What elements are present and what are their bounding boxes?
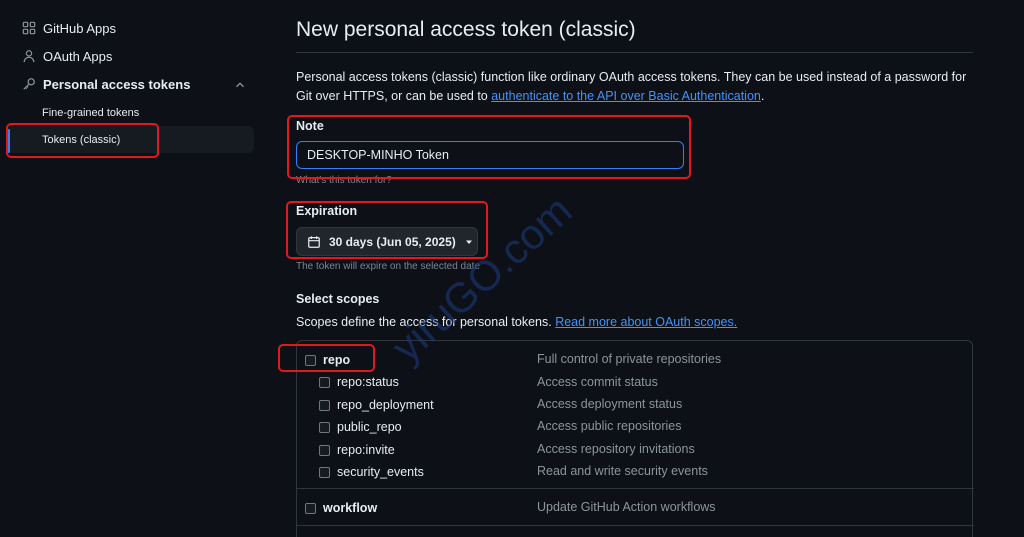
sidebar-item-personal-access-tokens[interactable]: Personal access tokens — [0, 70, 190, 98]
calendar-icon — [308, 235, 320, 248]
scope-row-workflow[interactable]: workflow — [305, 498, 377, 518]
sidebar-item-label: Tokens (classic) — [42, 133, 121, 146]
checkbox[interactable] — [305, 354, 316, 366]
main-content: New personal access token (classic) Pers… — [296, 0, 974, 537]
scope-row-repo-invite[interactable]: repo:invite — [319, 440, 395, 460]
scope-desc: Full control of private repositories — [537, 352, 722, 366]
scope-name: repo_deployment — [337, 398, 434, 412]
scope-desc: Access public repositories — [537, 419, 682, 433]
sidebar-item-label: GitHub Apps — [43, 20, 116, 36]
expiration-hint: The token will expire on the selected da… — [296, 261, 480, 272]
active-indicator — [7, 129, 10, 153]
scope-name: workflow — [323, 501, 378, 515]
caret-down-icon — [465, 240, 472, 244]
sidebar-item-tokens-classic[interactable]: Tokens (classic) — [6, 126, 254, 153]
expiration-label: Expiration — [296, 204, 358, 218]
scope-divider — [297, 525, 974, 526]
key-icon — [22, 77, 36, 91]
scopes-title: Select scopes — [296, 292, 380, 306]
checkbox[interactable] — [319, 444, 330, 456]
scope-desc: Access repository invitations — [537, 442, 695, 456]
basic-auth-link[interactable]: authenticate to the API over Basic Authe… — [491, 89, 761, 103]
note-label: Note — [296, 119, 324, 133]
scope-row-public-repo[interactable]: public_repo — [319, 417, 402, 437]
scope-desc: Access commit status — [537, 375, 658, 389]
person-icon — [22, 49, 36, 63]
scope-row-repo-status[interactable]: repo:status — [319, 372, 399, 392]
scope-name: public_repo — [337, 420, 402, 434]
intro-text: Personal access tokens (classic) functio… — [296, 68, 973, 106]
scopes-list: repo Full control of private repositorie… — [296, 340, 974, 537]
scope-name: security_events — [337, 465, 424, 479]
settings-sidebar: GitHub Apps OAuth Apps Personal access t… — [0, 0, 262, 537]
checkbox[interactable] — [305, 502, 316, 514]
scope-row-repo[interactable]: repo — [305, 350, 350, 370]
expiration-dropdown[interactable]: 30 days (Jun 05, 2025) — [296, 227, 478, 256]
checkbox[interactable] — [319, 421, 330, 433]
note-hint: What's this token for? — [296, 175, 392, 186]
scope-desc: Update GitHub Action workflows — [537, 500, 716, 514]
title-divider — [296, 52, 973, 53]
checkbox[interactable] — [319, 466, 330, 478]
sidebar-item-github-apps[interactable]: GitHub Apps — [0, 14, 116, 42]
scopes-description-text: Scopes define the access for personal to… — [296, 315, 556, 329]
apps-grid-icon — [22, 21, 36, 35]
scope-row-repo-deployment[interactable]: repo_deployment — [319, 395, 434, 415]
scope-name: repo:status — [337, 375, 399, 389]
chevron-up-icon[interactable] — [233, 78, 247, 92]
sidebar-item-fine-grained-tokens[interactable]: Fine-grained tokens — [6, 99, 254, 126]
scope-divider — [297, 488, 974, 489]
intro-end: . — [760, 89, 765, 103]
oauth-scopes-link[interactable]: Read more about OAuth scopes. — [555, 315, 737, 329]
note-input[interactable] — [296, 141, 684, 169]
scope-name: repo:invite — [337, 443, 395, 457]
scope-desc: Access deployment status — [537, 397, 683, 411]
checkbox[interactable] — [319, 399, 330, 411]
expiration-value: 30 days (Jun 05, 2025) — [329, 234, 456, 249]
sidebar-item-label: Personal access tokens — [43, 76, 191, 92]
checkbox[interactable] — [319, 376, 330, 388]
sidebar-item-label: OAuth Apps — [43, 48, 113, 64]
page-title: New personal access token (classic) — [296, 18, 636, 41]
sidebar-item-label: Fine-grained tokens — [42, 106, 140, 119]
scope-row-security-events[interactable]: security_events — [319, 462, 424, 482]
scopes-description: Scopes define the access for personal to… — [296, 315, 737, 329]
scope-desc: Read and write security events — [537, 464, 708, 478]
scope-name: repo — [323, 353, 351, 367]
sidebar-item-oauth-apps[interactable]: OAuth Apps — [0, 42, 112, 70]
